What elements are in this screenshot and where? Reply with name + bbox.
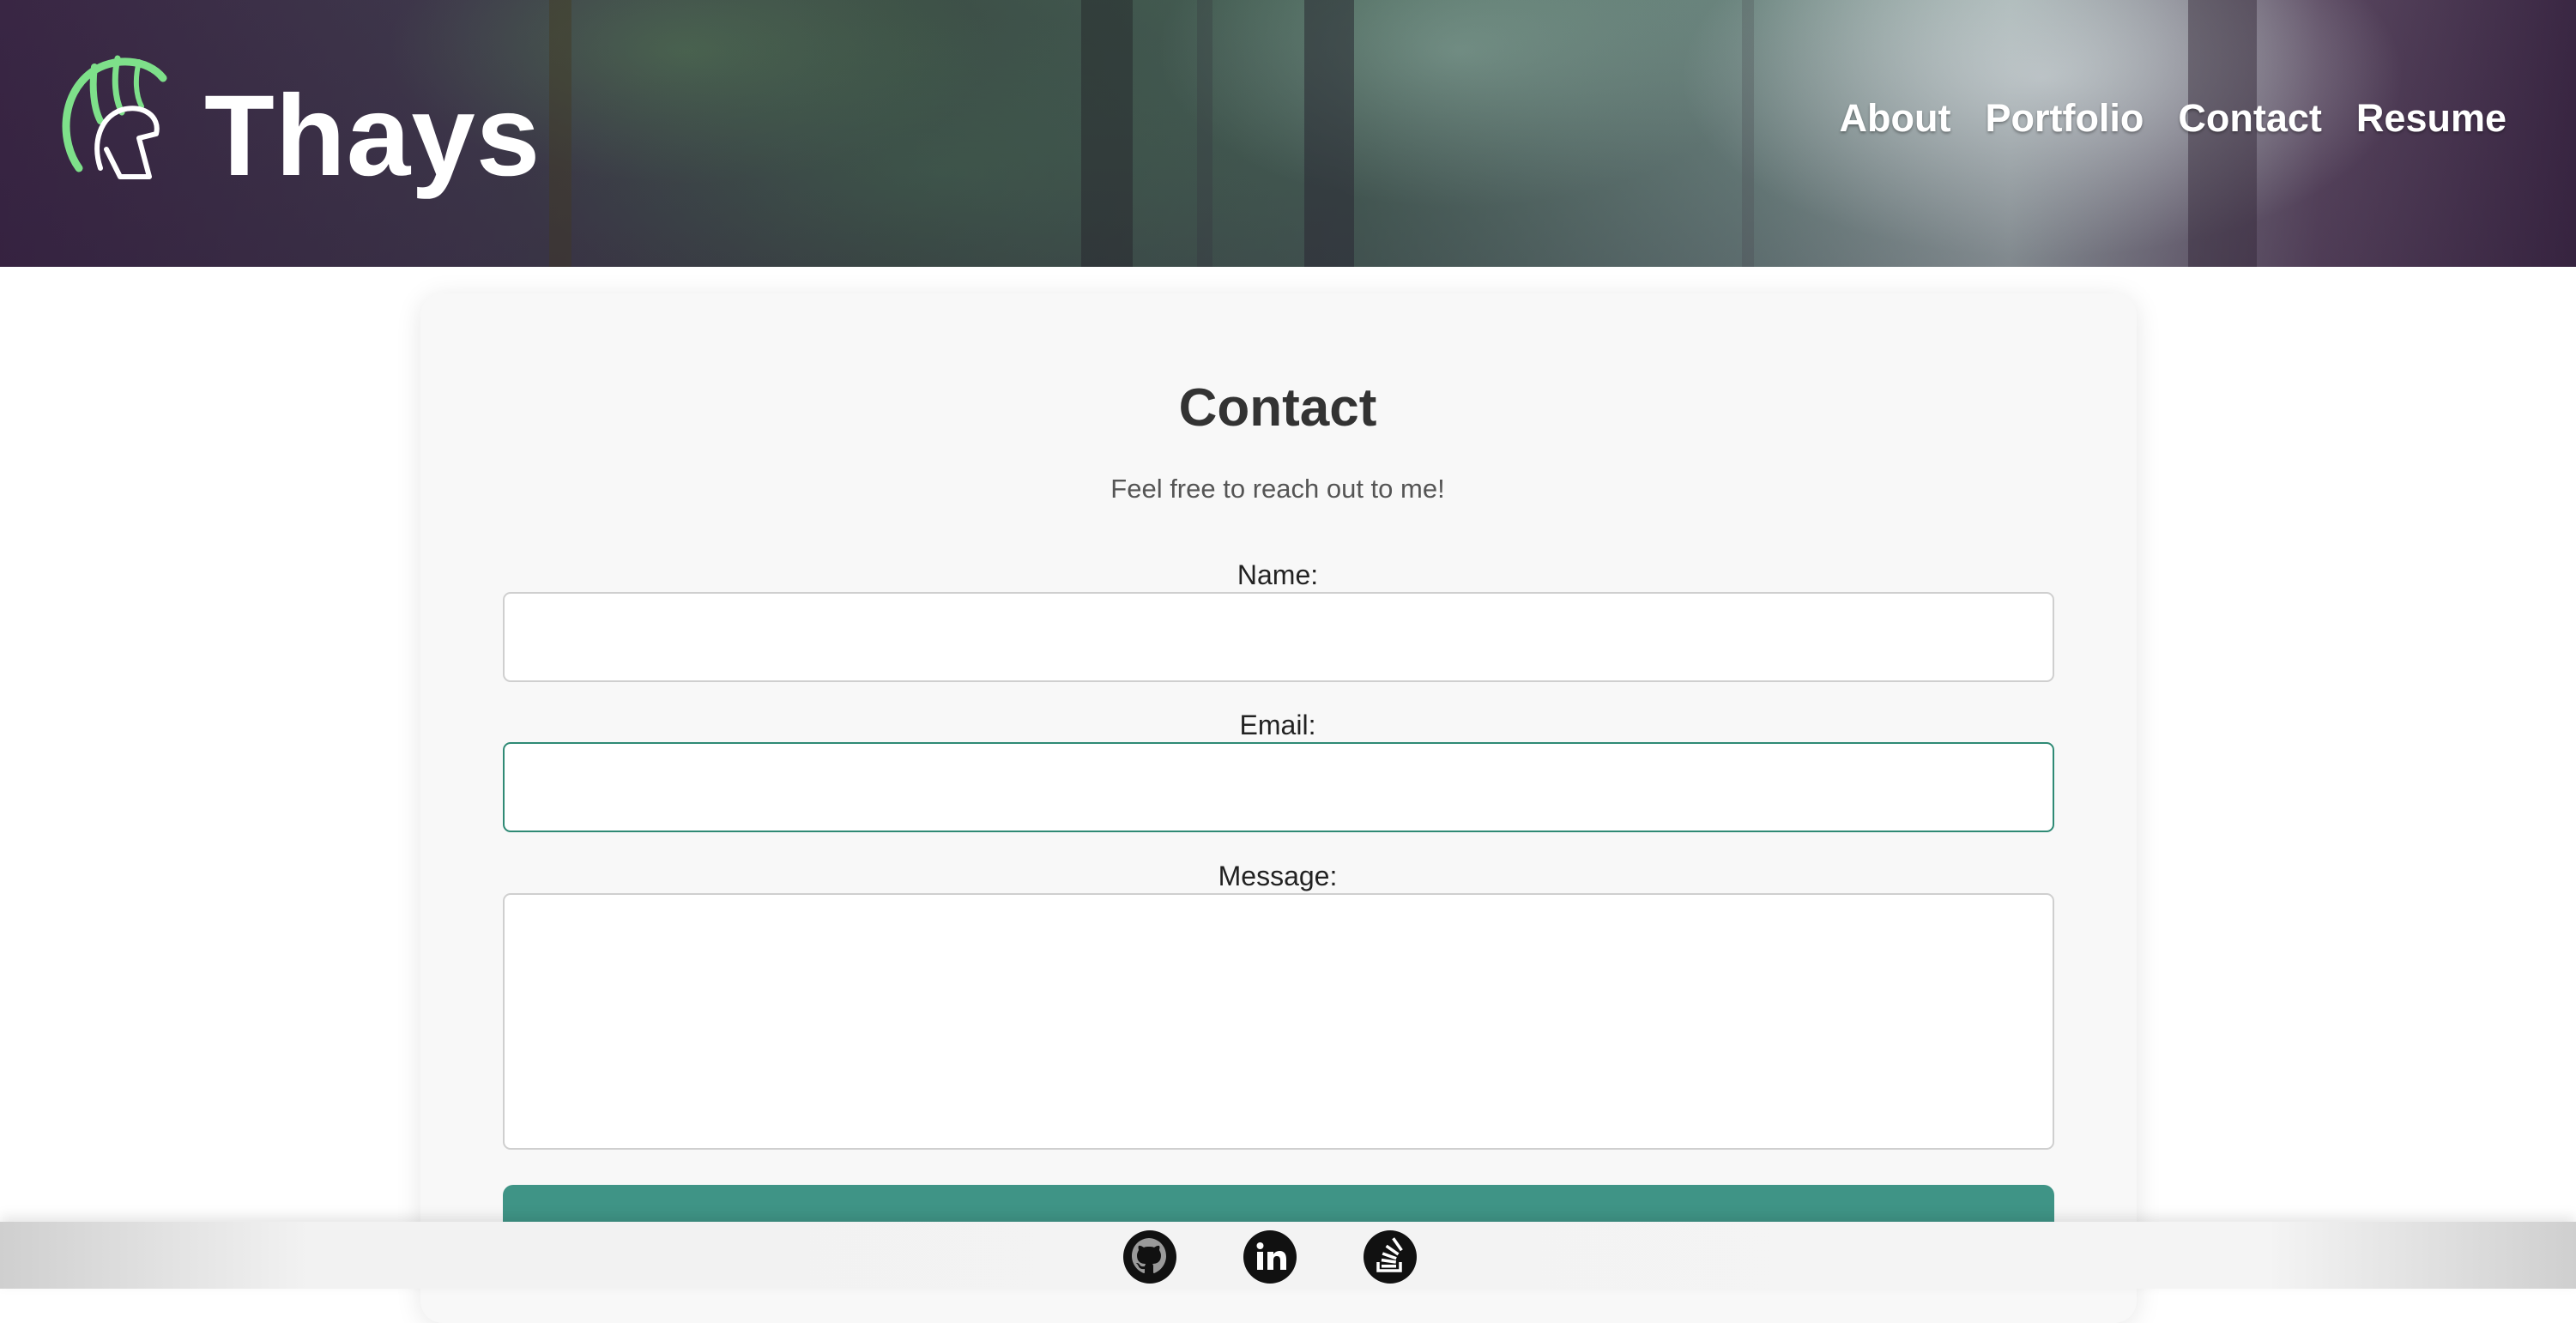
spartan-helmet-icon	[62, 55, 167, 179]
linkedin-icon	[1243, 1230, 1297, 1284]
page-subtitle: Feel free to reach out to me!	[1110, 474, 1445, 504]
github-icon	[1123, 1230, 1176, 1284]
message-label: Message:	[1218, 861, 1338, 891]
site-header: Thays About Portfolio Contact Resume	[0, 0, 2576, 267]
email-label: Email:	[1239, 710, 1316, 740]
page-title: Contact	[1178, 378, 1377, 438]
name-input[interactable]	[503, 592, 2054, 682]
name-label: Name:	[1237, 559, 1319, 590]
message-textarea[interactable]	[503, 893, 2054, 1150]
nav-contact[interactable]: Contact	[2178, 96, 2322, 141]
email-input[interactable]	[503, 742, 2054, 832]
main-nav: About Portfolio Contact Resume	[1840, 96, 2507, 141]
site-brand: Thays	[204, 72, 541, 200]
nav-portfolio[interactable]: Portfolio	[1985, 96, 2144, 141]
site-footer	[0, 1222, 2576, 1289]
stackoverflow-icon	[1364, 1230, 1417, 1284]
nav-about[interactable]: About	[1840, 96, 1951, 141]
nav-resume[interactable]: Resume	[2356, 96, 2506, 141]
